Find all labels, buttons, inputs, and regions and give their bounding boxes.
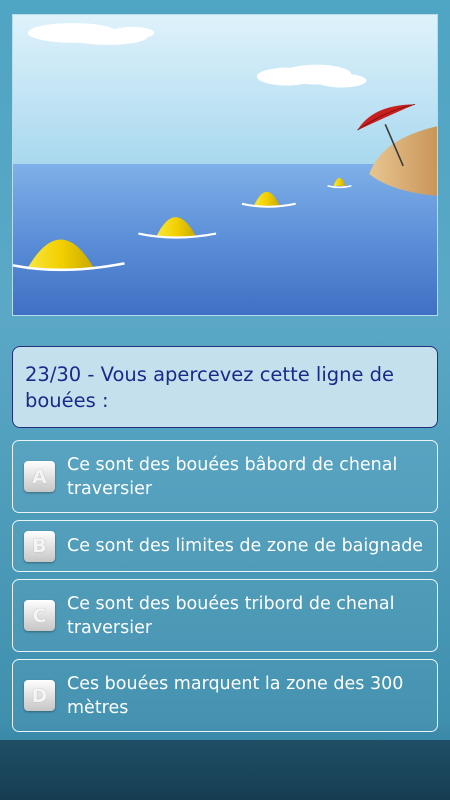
answer-d-text: Ces bouées marquent la zone des 300 mètr… xyxy=(67,673,404,718)
question-illustration xyxy=(12,14,438,316)
answer-c-button[interactable]: C Ce sont des bouées tribord de chenal t… xyxy=(12,579,438,652)
answer-c-text: Ce sont des bouées tribord de chenal tra… xyxy=(67,593,395,638)
answer-b-button[interactable]: B Ce sont des limites de zone de baignad… xyxy=(12,520,438,572)
question-text: 23/30 - Vous apercevez cette ligne de bo… xyxy=(25,363,395,412)
answer-a-text: Ce sont des bouées bâbord de chenal trav… xyxy=(67,454,398,499)
bottom-bar xyxy=(0,740,450,800)
answer-letter-b: B xyxy=(24,530,55,562)
answer-b-text: Ce sont des limites de zone de baignade xyxy=(67,536,424,556)
answer-letter-c: C xyxy=(24,600,55,631)
answer-a-button[interactable]: A Ce sont des bouées bâbord de chenal tr… xyxy=(12,440,438,513)
question-box: 23/30 - Vous apercevez cette ligne de bo… xyxy=(12,346,438,428)
answer-d-button[interactable]: D Ces bouées marquent la zone des 300 mè… xyxy=(12,659,438,732)
answer-letter-a: A xyxy=(24,461,55,492)
answer-letter-d: D xyxy=(24,680,55,711)
